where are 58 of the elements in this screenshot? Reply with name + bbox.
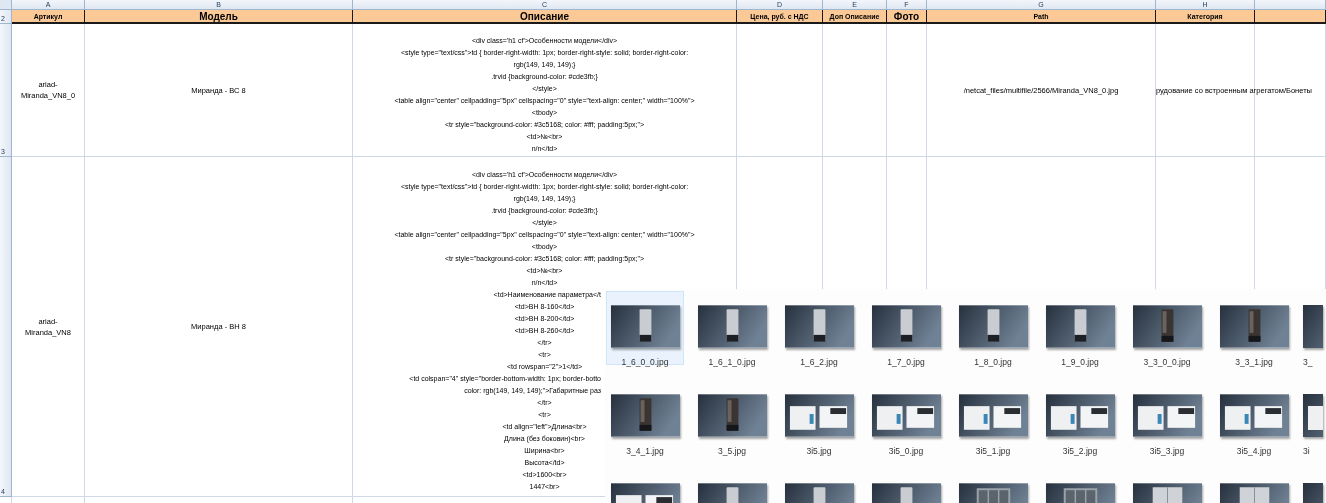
split-unit-thumbnail[interactable]	[1219, 394, 1289, 437]
file-name[interactable]: 1_7_0.jpg	[887, 357, 925, 367]
split-unit-thumbnail[interactable]	[1132, 394, 1202, 437]
file-name[interactable]: 1_6_0_0.jpg	[621, 357, 669, 367]
file-item[interactable]: 3_5.jpg	[693, 380, 771, 454]
split-unit-thumbnail[interactable]	[1045, 394, 1115, 437]
file-name[interactable]: 3_3_1.jpg	[1235, 357, 1273, 367]
file-name[interactable]: 3i	[1303, 446, 1310, 456]
dark-cabinet-thumbnail[interactable]	[1219, 305, 1289, 348]
file-name[interactable]: 3i5_3.jpg	[1149, 446, 1185, 456]
header-cell	[1255, 10, 1326, 24]
file-name[interactable]: 3i5_0.jpg	[888, 446, 924, 456]
column-title: Модель	[85, 10, 353, 24]
file-name[interactable]: 3i5.jpg	[806, 446, 832, 456]
file-item[interactable]: 3i5_0.jpg	[867, 380, 945, 454]
file-name[interactable]: 3_	[1303, 357, 1313, 367]
file-item[interactable]: 3i5.jpg	[780, 380, 858, 454]
file-name[interactable]: 1_6_1_0.jpg	[708, 357, 756, 367]
file-item[interactable]: 3i5_2.jpg	[1041, 380, 1119, 454]
column-title: Описание	[353, 10, 737, 24]
file-name[interactable]: 1_8_0.jpg	[974, 357, 1012, 367]
file-name[interactable]: 3i5_2.jpg	[1062, 446, 1098, 456]
file-name[interactable]: 3_5.jpg	[718, 446, 746, 456]
file-item[interactable]: 3_3_1.jpg	[1215, 291, 1293, 365]
file-item[interactable]: 1_8_0.jpg	[954, 291, 1032, 365]
file-name[interactable]: 3_3_0_0.jpg	[1143, 357, 1191, 367]
file-item[interactable]: 3_	[1302, 291, 1323, 365]
cabinet-thumbnail[interactable]	[784, 305, 854, 348]
split-unit-thumbnail[interactable]	[958, 394, 1028, 437]
file-item[interactable]: 3i5_1.jpg	[954, 380, 1032, 454]
file-name[interactable]: 1_9_0.jpg	[1061, 357, 1099, 367]
cabinet-thumbnail[interactable]	[871, 305, 941, 348]
file-item[interactable]: 3_4_1.jpg	[606, 380, 684, 454]
dark-cabinet-thumbnail[interactable]	[1303, 305, 1323, 348]
cabinet-thumbnail[interactable]	[958, 305, 1028, 348]
dark-cabinet-thumbnail[interactable]	[697, 394, 767, 437]
file-item[interactable]: 1_9_0.jpg	[1041, 291, 1119, 365]
dark-cabinet-thumbnail[interactable]	[1132, 305, 1202, 348]
file-name[interactable]: 1_6_2.jpg	[800, 357, 838, 367]
file-name[interactable]: 3i5_1.jpg	[975, 446, 1011, 456]
selected-file-item[interactable]: 1_6_0_0.jpg	[606, 291, 684, 365]
split-unit-thumbnail[interactable]	[784, 394, 854, 437]
dark-cabinet-thumbnail[interactable]	[610, 394, 680, 437]
file-name[interactable]: 3i5_4.jpg	[1236, 446, 1272, 456]
cabinet-thumbnail[interactable]	[610, 305, 680, 348]
file-item[interactable]: 3i	[1302, 380, 1323, 454]
file-item[interactable]: 3_3_0_0.jpg	[1128, 291, 1206, 365]
cabinet-thumbnail[interactable]	[1045, 305, 1115, 348]
file-name[interactable]: 3_4_1.jpg	[626, 446, 664, 456]
column-title: Фото	[887, 10, 927, 24]
cabinet-thumbnail[interactable]	[697, 305, 767, 348]
split-unit-thumbnail[interactable]	[871, 394, 941, 437]
file-item[interactable]: 1_6_2.jpg	[780, 291, 858, 365]
file-item[interactable]: 1_6_1_0.jpg	[693, 291, 771, 365]
split-unit-thumbnail[interactable]	[1303, 394, 1323, 437]
file-item[interactable]: 3i5_3.jpg	[1128, 380, 1206, 454]
file-item[interactable]: 1_7_0.jpg	[867, 291, 945, 365]
file-item[interactable]: 3i5_4.jpg	[1215, 380, 1293, 454]
